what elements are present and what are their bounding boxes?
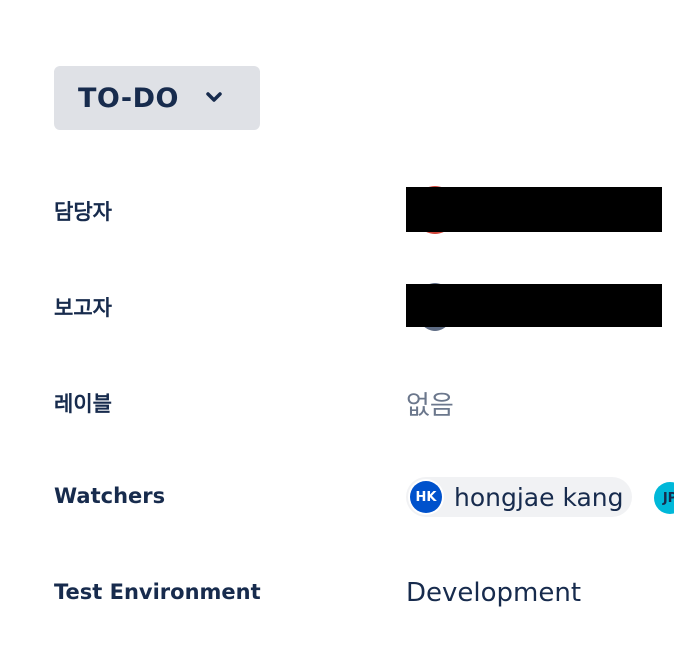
watcher-name: hongjae kang [454,482,624,512]
test-environment-value[interactable]: Development [406,578,581,608]
assignee-redacted-value[interactable] [406,187,662,232]
watchers-label: Watchers [54,484,166,508]
labels-value[interactable]: 없음 [406,385,454,422]
chevron-down-icon [206,92,222,102]
reporter-redacted-value[interactable] [406,284,662,327]
status-dropdown-button[interactable]: TO-DO [54,66,260,130]
test-environment-label: Test Environment [54,580,261,604]
status-label: TO-DO [78,82,179,114]
watcher-avatar-2[interactable]: JP [654,482,674,514]
labels-label: 레이블 [54,392,112,416]
reporter-label: 보고자 [54,296,112,320]
watcher-avatar: HK [410,481,442,513]
assignee-label: 담당자 [54,200,112,224]
watcher-chip[interactable]: HK hongjae kang [406,477,632,517]
